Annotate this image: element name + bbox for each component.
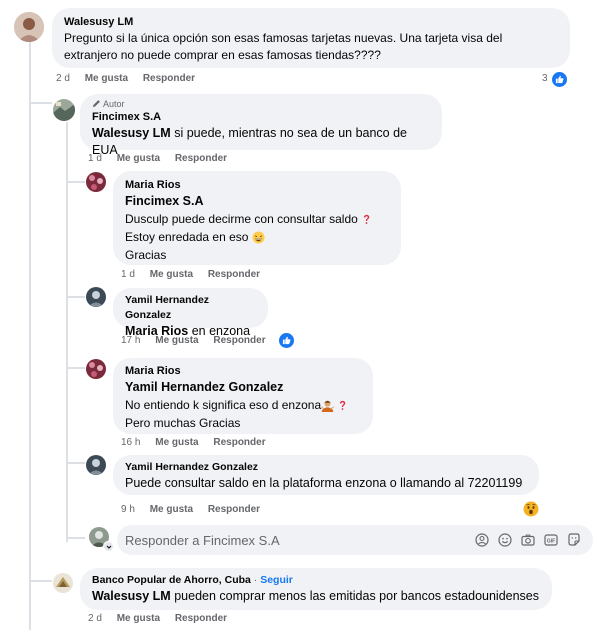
timestamp[interactable]: 1 d [121, 269, 135, 280]
comment-meta: 1 d Me gusta Responder [121, 269, 272, 280]
author-name[interactable]: Yamil Hernandez Gonzalez [125, 293, 256, 323]
grin-icon [252, 231, 265, 244]
connector [30, 580, 52, 582]
avatar[interactable] [86, 359, 106, 379]
reply-button[interactable]: Responder [175, 153, 227, 164]
connector [67, 296, 85, 298]
sticker-icon[interactable] [567, 533, 581, 547]
comment-bubble: Banco Popular de Ahorro, Cuba · Seguir W… [80, 568, 552, 610]
question-icon [340, 401, 346, 411]
avatar-icon [86, 455, 106, 475]
mention[interactable]: Walesusy LM [92, 589, 171, 603]
author-name[interactable]: Maria Rios [125, 364, 361, 379]
chevron-down-icon[interactable] [103, 541, 114, 552]
avatar[interactable] [86, 455, 106, 475]
thread-line-child [66, 122, 68, 542]
comment-meta: 16 h Me gusta Responder [121, 437, 278, 448]
mention[interactable]: Walesusy LM [92, 126, 171, 140]
avatar-icon [53, 99, 75, 121]
comment-meta: 2 d Me gusta Responder [56, 73, 207, 84]
connector [67, 181, 85, 183]
shrug-icon [321, 400, 335, 413]
comment-line: Estoy enredada en eso [125, 228, 389, 246]
mention[interactable]: Fincimex S.A [125, 193, 389, 210]
comment-bubble: Autor Fincimex S.A Walesusy LM si puede,… [80, 94, 442, 157]
reply-button[interactable]: Responder [208, 269, 260, 280]
comment-line: No entiendo k significa eso d enzona [125, 396, 361, 414]
comment-meta: 2 d Me gusta Responder [88, 613, 239, 624]
comment-line: Dusculp puede decirme con consultar sald… [125, 210, 389, 228]
connector [29, 88, 53, 102]
comment-text: Walesusy LM pueden comprar menos las emi… [92, 589, 540, 603]
comment-bubble: Walesusy LM Pregunto si la única opción … [52, 8, 570, 68]
mention[interactable]: Yamil Hernandez Gonzalez [125, 379, 361, 396]
reply-input[interactable]: Responder a Fincimex S.A GIF [117, 525, 593, 555]
comment-bubble: Maria Rios Fincimex S.A Dusculp puede de… [113, 171, 401, 265]
like-button[interactable]: Me gusta [117, 613, 160, 624]
emoji-icon[interactable] [498, 533, 512, 547]
avatar-icon [14, 12, 44, 42]
comment-bubble: Yamil Hernandez Gonzalez Maria Rios en e… [113, 288, 268, 338]
wow-icon[interactable] [523, 501, 539, 522]
camera-icon[interactable] [521, 533, 535, 547]
like-button[interactable]: Me gusta [150, 269, 193, 280]
like-button[interactable]: Me gusta [117, 153, 160, 164]
author-name[interactable]: Walesusy LM [64, 15, 558, 30]
reply-placeholder: Responder a Fincimex S.A [125, 533, 280, 548]
connector [67, 367, 85, 369]
avatar-icon [86, 287, 106, 307]
author-name[interactable]: Fincimex S.A [92, 110, 430, 125]
comment-line: Pero muchas Gracias [125, 416, 241, 430]
reply-button[interactable]: Responder [143, 73, 195, 84]
like-button[interactable]: Me gusta [150, 504, 193, 515]
pencil-icon [92, 100, 100, 108]
timestamp[interactable]: 1 d [88, 153, 102, 164]
timestamp[interactable]: 2 d [56, 73, 70, 84]
connector [67, 537, 85, 539]
timestamp[interactable]: 16 h [121, 437, 140, 448]
like-button[interactable]: Me gusta [85, 73, 128, 84]
like-button[interactable]: Me gusta [155, 437, 198, 448]
like-icon[interactable] [552, 72, 567, 87]
comment-meta: 17 h Me gusta Responder [121, 335, 278, 346]
question-icon [364, 215, 370, 225]
svg-text:GIF: GIF [547, 539, 555, 545]
comment-meta: 9 h Me gusta Responder [121, 504, 272, 515]
avatar[interactable] [14, 12, 44, 42]
connector [67, 462, 85, 464]
author-name: Banco Popular de Ahorro, Cuba · Seguir [92, 574, 293, 586]
reply-button[interactable]: Responder [213, 335, 265, 346]
avatar[interactable] [86, 287, 106, 307]
author-name[interactable]: Maria Rios [125, 178, 389, 193]
comment-meta: 1 d Me gusta Responder [88, 153, 239, 164]
connector [30, 102, 52, 104]
timestamp[interactable]: 17 h [121, 335, 140, 346]
like-icon[interactable] [279, 333, 294, 348]
comment-bubble: Maria Rios Yamil Hernandez Gonzalez No e… [113, 358, 373, 434]
comment-line: Gracias [125, 248, 167, 262]
reply-button[interactable]: Responder [208, 504, 260, 515]
comment-bubble: Yamil Hernandez Gonzalez Puede consultar… [113, 455, 539, 495]
avatar-icon[interactable] [475, 533, 489, 547]
comment-thread: Walesusy LM Pregunto si la única opción … [0, 0, 600, 630]
avatar[interactable] [53, 573, 73, 593]
avatar[interactable] [53, 99, 75, 121]
avatar-icon [86, 359, 106, 379]
author-name[interactable]: Yamil Hernandez Gonzalez [125, 460, 527, 475]
thread-line-root [29, 40, 31, 630]
author-badge: Autor [92, 99, 430, 110]
like-button[interactable]: Me gusta [155, 335, 198, 346]
timestamp[interactable]: 9 h [121, 504, 135, 515]
avatar-icon [86, 172, 106, 192]
reply-button[interactable]: Responder [175, 613, 227, 624]
avatar-icon [53, 573, 73, 593]
reply-button[interactable]: Responder [213, 437, 265, 448]
timestamp[interactable]: 2 d [88, 613, 102, 624]
avatar[interactable] [86, 172, 106, 192]
gif-icon[interactable]: GIF [544, 533, 558, 547]
reaction-count[interactable]: 3 [542, 73, 548, 84]
follow-button[interactable]: Seguir [260, 574, 293, 586]
comment-text: Pregunto si la única opción son esas fam… [64, 31, 503, 62]
comment-text: Puede consultar saldo en la plataforma e… [125, 476, 523, 490]
